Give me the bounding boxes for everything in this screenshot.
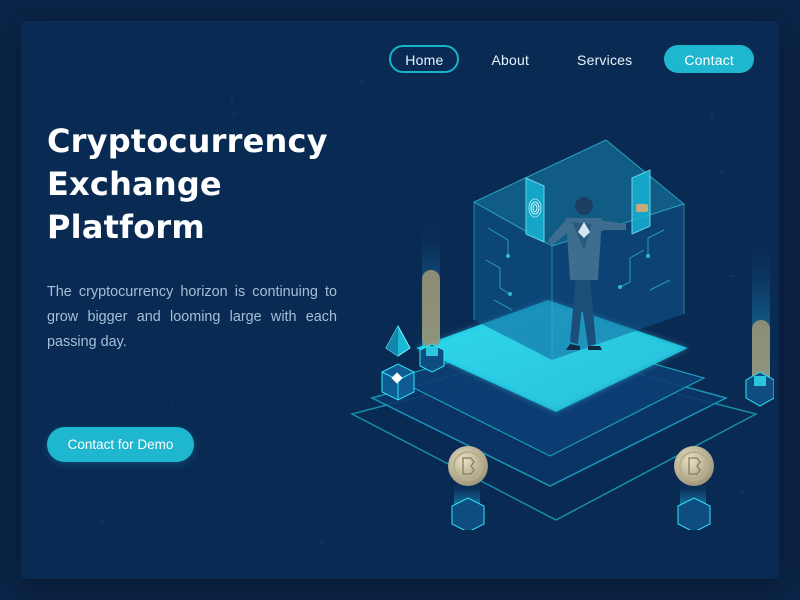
hero-title-line: Platform bbox=[47, 208, 205, 246]
hero-title: Cryptocurrency Exchange Platform bbox=[47, 120, 367, 249]
ethereum-icon bbox=[385, 324, 411, 357]
hero-title-line: Cryptocurrency bbox=[47, 122, 328, 160]
hero-description: The cryptocurrency horizon is continuing… bbox=[47, 284, 337, 350]
main-nav: Home About Services Contact bbox=[373, 45, 754, 73]
nav-services[interactable]: Services bbox=[561, 45, 648, 73]
crypto-exchange-illustration bbox=[349, 139, 774, 530]
bitcoin-coin-icon bbox=[674, 446, 714, 530]
crypto-cube-icon bbox=[381, 363, 415, 401]
landing-frame: Home About Services Contact Cryptocurren… bbox=[22, 22, 778, 578]
data-pillar-right bbox=[745, 240, 774, 407]
fingerprint-icon bbox=[525, 177, 545, 243]
data-pillar-left bbox=[419, 220, 445, 373]
nav-about[interactable]: About bbox=[475, 45, 545, 73]
nav-home[interactable]: Home bbox=[389, 45, 460, 73]
phone-icon bbox=[631, 169, 651, 235]
contact-demo-button[interactable]: Contact for Demo bbox=[47, 427, 194, 462]
bitcoin-coin-icon bbox=[448, 446, 488, 530]
nav-contact[interactable]: Contact bbox=[664, 45, 754, 73]
hero-title-line: Exchange bbox=[47, 165, 222, 203]
